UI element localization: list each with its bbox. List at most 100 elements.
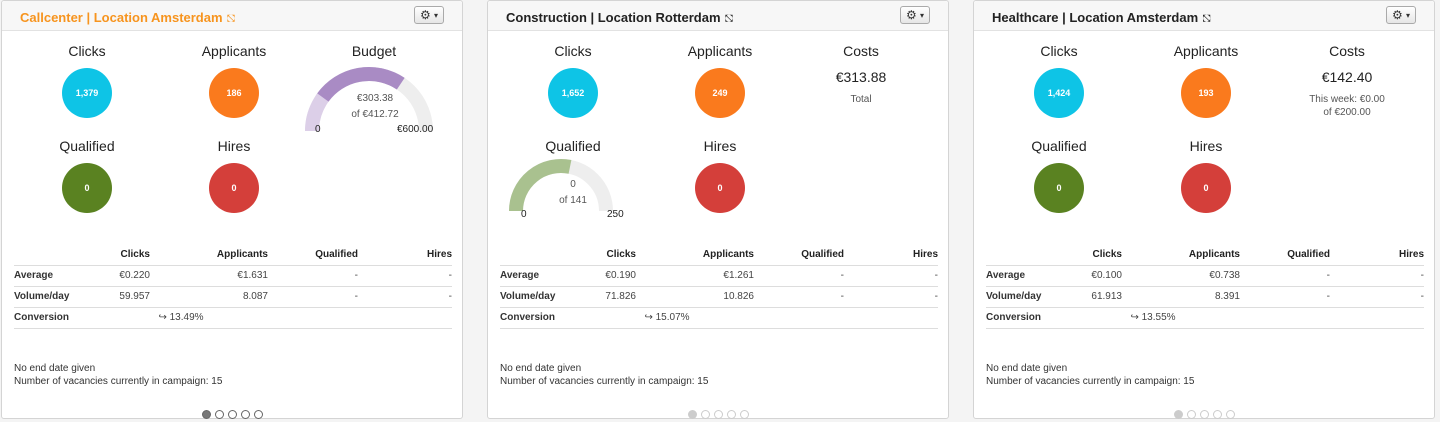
pager-dots <box>488 406 948 422</box>
pager-dot[interactable] <box>726 410 736 419</box>
clicks-bubble[interactable]: 1,652 <box>548 68 598 118</box>
qualified-bubble[interactable]: 0 <box>62 163 112 213</box>
qualified-label: Qualified <box>545 138 601 154</box>
campaign-icon: ⛞ <box>1202 13 1212 25</box>
stats-table: Clicks Applicants Qualified Hires Averag… <box>986 249 1424 329</box>
qualified-metric: Qualified <box>513 138 633 154</box>
table-row: Volume/day 71.826 10.826 - - <box>500 285 938 307</box>
pager-dot[interactable] <box>253 410 263 419</box>
hires-bubble[interactable]: 0 <box>1181 163 1231 213</box>
costs-label: Costs <box>1329 43 1365 59</box>
applicants-label: Applicants <box>1173 43 1239 59</box>
end-date-text: No end date given <box>14 363 96 374</box>
pager-dot[interactable] <box>1225 410 1235 419</box>
pager-dot[interactable] <box>1173 410 1183 419</box>
table-header-row: Clicks Applicants Qualified Hires <box>14 249 452 265</box>
table-cell: 8.087 <box>150 285 268 307</box>
chevron-down-icon: ▾ <box>1406 11 1411 20</box>
qualified-bubble[interactable]: 0 <box>1034 163 1084 213</box>
costs-week-target: of €200.00 <box>1323 107 1371 118</box>
table-row: Average €0.220 €1.631 - - <box>14 264 452 286</box>
table-row: Average €0.190 €1.261 - - <box>500 264 938 286</box>
costs-value: €142.40 <box>1321 69 1373 85</box>
pager-dot[interactable] <box>201 410 211 419</box>
qualified-metric: Qualified 0 <box>999 138 1119 213</box>
table-cell: - <box>1240 264 1330 286</box>
table-cell: €0.190 <box>580 264 636 286</box>
pager-dot[interactable] <box>1186 410 1196 419</box>
table-row: Conversion ↪ 15.07% <box>500 306 938 329</box>
header-cell <box>986 249 1066 265</box>
hires-bubble[interactable]: 0 <box>209 163 259 213</box>
pager-dot[interactable] <box>687 410 697 419</box>
table-cell: - <box>1240 285 1330 307</box>
clicks-bubble[interactable]: 1,424 <box>1034 68 1084 118</box>
header-qualified: Qualified <box>1287 249 1330 261</box>
gear-icon: ⚙ <box>419 8 431 22</box>
settings-button[interactable]: ⚙ ▾ <box>900 6 930 24</box>
table-cell <box>268 306 358 329</box>
costs-metric: Costs €142.40 This week: €0.00 of €200.0… <box>1287 43 1407 119</box>
budget-min: 0 <box>315 124 321 135</box>
table-cell: - <box>844 285 938 307</box>
table-cell: - <box>358 285 452 307</box>
stats-table: Clicks Applicants Qualified Hires Averag… <box>500 249 938 329</box>
clicks-metric: Clicks 1,652 <box>513 43 633 118</box>
header-clicks: Clicks <box>1092 249 1122 261</box>
table-cell: €1.631 <box>150 264 268 286</box>
pager-dot[interactable] <box>700 410 710 419</box>
card-title[interactable]: Construction | Location Rotterdam ⛞ <box>506 10 734 27</box>
gear-icon: ⚙ <box>1391 8 1403 22</box>
applicants-bubble[interactable]: 193 <box>1181 68 1231 118</box>
budget-max: €600.00 <box>397 124 434 135</box>
applicants-metric: Applicants 193 <box>1146 43 1266 118</box>
card-title[interactable]: Healthcare | Location Amsterdam ⛞ <box>992 10 1211 27</box>
row-label: Volume/day <box>986 285 1066 307</box>
clicks-metric: Clicks 1,379 <box>27 43 147 118</box>
clicks-label: Clicks <box>68 43 106 59</box>
table-cell: - <box>1330 264 1424 286</box>
pager-dot[interactable] <box>1199 410 1209 419</box>
table-header-row: Clicks Applicants Qualified Hires <box>986 249 1424 265</box>
clicks-label: Clicks <box>554 43 592 59</box>
table-cell <box>844 306 938 329</box>
applicants-metric: Applicants 249 <box>660 43 780 118</box>
settings-button[interactable]: ⚙ ▾ <box>414 6 444 24</box>
applicants-bubble[interactable]: 186 <box>209 68 259 118</box>
card-title[interactable]: Callcenter | Location Amsterdam ⛞ <box>20 10 236 27</box>
table-cell: €0.100 <box>1066 264 1122 286</box>
pager-dot[interactable] <box>739 410 749 419</box>
pager-dot[interactable] <box>227 410 237 419</box>
header-hires: Hires <box>426 249 452 261</box>
costs-subtext: Total <box>850 94 872 105</box>
hires-bubble[interactable]: 0 <box>695 163 745 213</box>
row-label: Volume/day <box>500 285 580 307</box>
table-cell: - <box>268 264 358 286</box>
clicks-bubble[interactable]: 1,379 <box>62 68 112 118</box>
campaign-card-construction: Construction | Location Rotterdam ⛞ ⚙ ▾ C… <box>487 0 949 419</box>
card-header: Healthcare | Location Amsterdam ⛞ ⚙ ▾ <box>974 1 1434 31</box>
row-label: Conversion <box>986 306 1066 329</box>
campaign-icon: ⛞ <box>226 13 236 25</box>
table-cell: 61.913 <box>1066 285 1122 307</box>
pager-dot[interactable] <box>1212 410 1222 419</box>
end-date-text: No end date given <box>986 363 1068 374</box>
row-label: Average <box>14 264 94 286</box>
stats-table: Clicks Applicants Qualified Hires Averag… <box>14 249 452 329</box>
pager-dot[interactable] <box>240 410 250 419</box>
row-label: Average <box>500 264 580 286</box>
applicants-bubble[interactable]: 249 <box>695 68 745 118</box>
header-hires: Hires <box>912 249 938 261</box>
pager-dot[interactable] <box>713 410 723 419</box>
row-label: Conversion <box>14 306 94 329</box>
budget-gauge[interactable]: €303.38 of €412.72 0 €600.00 <box>305 59 445 159</box>
qualified-min: 0 <box>521 209 527 220</box>
pager-dot[interactable] <box>214 410 224 419</box>
header-clicks: Clicks <box>606 249 636 261</box>
qualified-gauge[interactable]: 0 of 141 0 250 <box>503 155 643 255</box>
chevron-down-icon: ▾ <box>434 11 439 20</box>
card-header: Construction | Location Rotterdam ⛞ ⚙ ▾ <box>488 1 948 31</box>
table-cell: - <box>268 285 358 307</box>
table-cell: 59.957 <box>94 285 150 307</box>
settings-button[interactable]: ⚙ ▾ <box>1386 6 1416 24</box>
